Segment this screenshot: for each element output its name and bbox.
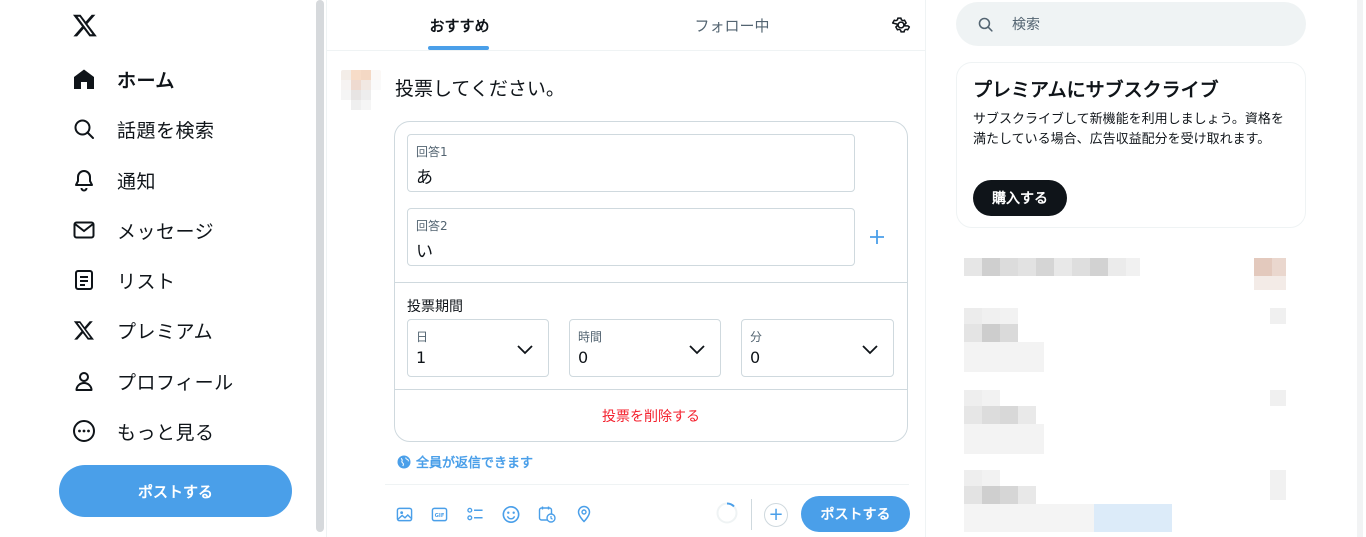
divider — [395, 282, 907, 283]
search-placeholder: 検索 — [1012, 17, 1040, 33]
divider — [385, 484, 909, 485]
svg-text:GIF: GIF — [434, 512, 444, 518]
poll-minutes-select[interactable]: 分 0 — [741, 319, 894, 377]
add-choice-plus-icon[interactable] — [867, 228, 887, 248]
left-sidebar: ホーム 話題を検索 通知 メッセージ リスト プレミアム プロフィール もっと見… — [0, 0, 326, 537]
nav-home-label: ホーム — [117, 69, 175, 92]
schedule-icon[interactable] — [538, 505, 556, 523]
nav-premium-label: プレミアム — [117, 320, 214, 343]
right-sidebar: 検索 プレミアムにサブスクライブ サブスクライブして新機能を利用しましょう。資格… — [926, 0, 1366, 537]
poll-days-label: 日 — [416, 330, 429, 344]
poll-choice-1-field[interactable]: 回答1 あ — [407, 134, 855, 192]
add-post-plus-icon[interactable]: + — [764, 503, 788, 527]
nav-lists-label: リスト — [117, 270, 176, 293]
composer-text[interactable]: 投票してください。 — [395, 74, 565, 101]
premium-card: プレミアムにサブスクライブ サブスクライブして新機能を利用しましょう。資格を満た… — [956, 62, 1306, 228]
nav-premium[interactable]: プレミアム — [60, 305, 300, 355]
poll-days-select[interactable]: 日 1 — [407, 319, 549, 377]
chevron-down-icon — [689, 345, 705, 355]
poll-choice-1-label: 回答1 — [416, 145, 448, 159]
list-icon — [71, 267, 97, 293]
x-logo-icon[interactable] — [70, 10, 100, 40]
poll-hours-select[interactable]: 時間 0 — [569, 319, 721, 377]
nav-more[interactable]: もっと見る — [60, 406, 300, 456]
poll-minutes-label: 分 — [750, 330, 763, 344]
gif-icon[interactable]: GIF — [430, 505, 448, 523]
tab-for-you[interactable]: おすすめ — [327, 0, 592, 50]
timeline-tabs: おすすめ フォロー中 — [327, 0, 926, 51]
settings-gear-icon[interactable] — [889, 13, 913, 37]
nav-explore-label: 話題を検索 — [117, 119, 215, 142]
poll-icon[interactable] — [466, 505, 484, 523]
poll-days-value: 1 — [416, 348, 427, 367]
search-icon — [71, 116, 97, 142]
nav-messages[interactable]: メッセージ — [60, 205, 300, 255]
bell-icon — [71, 167, 97, 193]
search-input[interactable]: 検索 — [956, 2, 1306, 46]
poll-hours-label: 時間 — [578, 330, 603, 344]
remove-poll-button[interactable]: 投票を削除する — [395, 390, 907, 442]
premium-title: プレミアムにサブスクライブ — [973, 79, 1219, 101]
globe-icon — [397, 455, 411, 468]
chevron-down-icon — [517, 345, 533, 355]
nav-profile-label: プロフィール — [117, 371, 234, 394]
nav-more-label: もっと見る — [117, 421, 215, 444]
nav-messages-label: メッセージ — [117, 220, 215, 243]
poll-choice-2-value: い — [416, 242, 433, 262]
scrollbar[interactable] — [1357, 0, 1363, 537]
nav-lists[interactable]: リスト — [60, 255, 300, 305]
mail-icon — [71, 217, 97, 243]
divider — [751, 499, 752, 530]
location-icon[interactable] — [575, 505, 593, 523]
nav-profile[interactable]: プロフィール — [60, 356, 300, 406]
nav-home[interactable]: ホーム — [60, 54, 300, 104]
nav-explore[interactable]: 話題を検索 — [60, 104, 300, 154]
scrollbar[interactable] — [316, 0, 324, 532]
nav-notifications[interactable]: 通知 — [60, 155, 300, 205]
x-logo-icon — [71, 317, 97, 343]
reply-setting-label: 全員が返信できます — [416, 456, 534, 471]
main-column: おすすめ フォロー中 投票してください。 回答1 あ 回答2 い 投票期間 日 … — [326, 0, 926, 537]
nav-notifications-label: 通知 — [117, 170, 157, 193]
chevron-down-icon — [862, 345, 878, 355]
image-icon[interactable] — [395, 505, 413, 523]
submit-post-button[interactable]: ポストする — [801, 496, 910, 532]
sidebar-post-button[interactable]: ポストする — [59, 465, 292, 517]
search-icon — [976, 15, 994, 33]
active-tab-indicator — [428, 46, 489, 50]
more-circle-icon — [71, 418, 97, 444]
emoji-icon[interactable] — [502, 505, 520, 523]
poll-minutes-value: 0 — [750, 348, 761, 367]
character-count-ring — [716, 502, 738, 524]
poll-hours-value: 0 — [578, 348, 589, 367]
poll-duration-label: 投票期間 — [407, 299, 463, 315]
poll-editor: 回答1 あ 回答2 い 投票期間 日 1 時間 0 分 0 投票を削除する — [394, 121, 908, 442]
poll-choice-2-label: 回答2 — [416, 219, 448, 233]
avatar[interactable] — [341, 70, 381, 110]
poll-choice-1-value: あ — [416, 168, 433, 188]
tab-following[interactable]: フォロー中 — [592, 0, 872, 50]
home-icon — [71, 66, 97, 92]
subscribe-button[interactable]: 購入する — [973, 180, 1067, 216]
person-icon — [71, 368, 97, 394]
reply-setting-button[interactable]: 全員が返信できます — [397, 452, 533, 471]
poll-choice-2-field[interactable]: 回答2 い — [407, 208, 855, 266]
premium-description: サブスクライブして新機能を利用しましょう。資格を満たしている場合、広告収益配分を… — [973, 112, 1284, 147]
